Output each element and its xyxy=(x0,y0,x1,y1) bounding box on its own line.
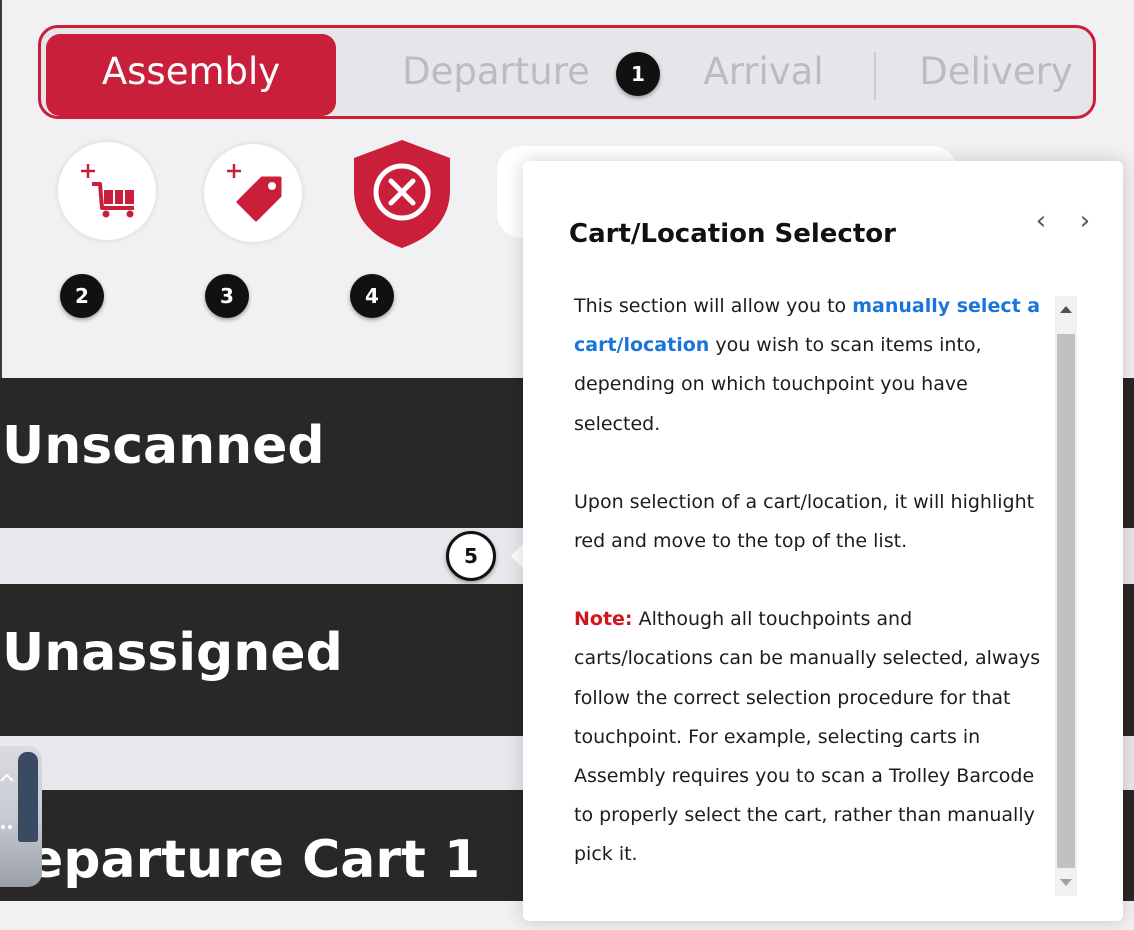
tooltip-popover: Cart/Location Selector ‹ › This section … xyxy=(523,161,1123,921)
tab-assembly[interactable]: Assembly xyxy=(46,34,336,116)
scrollbar-thumb[interactable] xyxy=(1057,334,1075,868)
popover-paragraph-selection: Upon selection of a cart/location, it wi… xyxy=(574,490,1035,553)
popover-body: This section will allow you to manually … xyxy=(574,287,1044,875)
tab-delivery[interactable]: Delivery xyxy=(896,34,1096,116)
add-cart-button[interactable] xyxy=(58,142,156,240)
step-marker-1: 1 xyxy=(616,52,660,96)
tab-departure[interactable]: Departure xyxy=(371,34,621,116)
popover-scrollbar[interactable] xyxy=(1055,296,1077,896)
thumbnail-figure xyxy=(18,752,38,842)
add-cart-icon xyxy=(81,164,134,218)
step-marker-2: 2 xyxy=(60,274,104,318)
note-text: Although all touchpoints and carts/locat… xyxy=(574,608,1041,866)
intro-text: This section will allow you to xyxy=(574,295,853,317)
previous-step-button[interactable]: ‹ xyxy=(1026,207,1056,237)
step-marker-3: 3 xyxy=(205,274,249,318)
touchpoint-tab-bar: Assembly Departure Arrival Delivery xyxy=(38,25,1096,119)
scroll-up-arrow-icon[interactable] xyxy=(1060,306,1072,313)
shield-cancel-icon xyxy=(354,140,450,248)
note-label: Note: xyxy=(574,608,633,631)
step-marker-4: 4 xyxy=(350,274,394,318)
step-marker-5: 5 xyxy=(446,531,496,581)
popover-paragraph-intro: This section will allow you to manually … xyxy=(574,287,1044,444)
next-step-button[interactable]: › xyxy=(1070,207,1100,237)
chevron-up-icon[interactable] xyxy=(0,772,14,782)
more-icon[interactable] xyxy=(0,824,16,830)
tab-arrival[interactable]: Arrival xyxy=(651,34,876,116)
popover-paragraph-note: Note: Although all touchpoints and carts… xyxy=(574,600,1044,874)
tab-divider xyxy=(874,52,876,100)
popover-title: Cart/Location Selector xyxy=(569,219,896,249)
cancel-selection-button[interactable] xyxy=(350,138,454,254)
add-tag-button[interactable] xyxy=(204,144,302,242)
scroll-down-arrow-icon[interactable] xyxy=(1060,879,1072,886)
add-tag-icon xyxy=(227,164,282,222)
video-thumbnail[interactable] xyxy=(0,746,42,887)
